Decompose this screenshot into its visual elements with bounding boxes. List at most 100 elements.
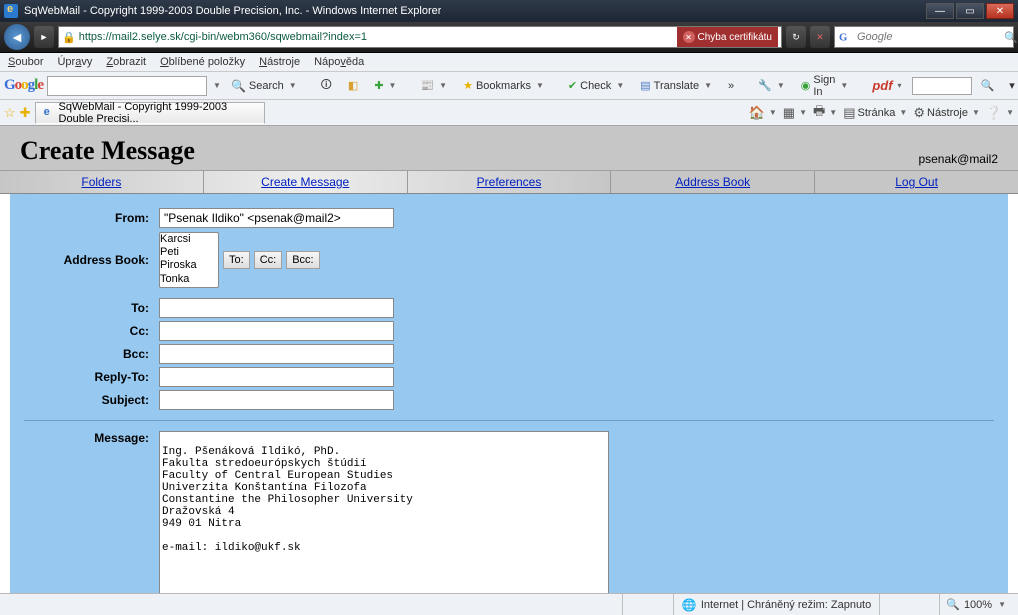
window-title: SqWebMail - Copyright 1999-2003 Double P… [24,5,441,17]
menu-edit[interactable]: Úpravy [57,56,92,68]
signin-button[interactable]: ◉Sign In▼ [795,75,855,97]
webmail-nav: Folders Create Message Preferences Addre… [0,171,1018,194]
cc-label: Cc: [24,324,159,338]
google-search-button[interactable]: 🔍Search▼ [225,75,303,97]
wrench-icon[interactable]: 🔧▼ [752,75,791,97]
window-titlebar: SqWebMail - Copyright 1999-2003 Double P… [0,0,1018,22]
status-bar: 🌐 Internet | Chráněný režim: Zapnuto 🔍 1… [0,593,1018,615]
home-icon: 🏠 [749,105,765,121]
star-icon: ★ [463,79,473,92]
print-button[interactable]: 🖶▼ [813,102,837,124]
stop-button[interactable]: ✕ [810,26,830,48]
lock-icon: 🔒 [62,31,76,44]
replyto-label: Reply-To: [24,370,159,384]
forward-button[interactable]: ► [34,26,54,48]
browser-tab[interactable]: e SqWebMail - Copyright 1999-2003 Double… [35,102,265,124]
page-icon: ▤ [843,105,855,121]
feed-icon: ▦ [783,105,795,121]
plus-icon[interactable]: ✚▼ [368,75,402,97]
bookmarks-button[interactable]: ★Bookmarks▼ [457,75,550,97]
page-menu[interactable]: ▤Stránka▼ [843,105,907,121]
gear-icon: ⚙ [913,105,925,121]
help-button[interactable]: ❔▼ [986,105,1014,121]
google-toolbar: Google ▼ 🔍Search▼ 🛈 ◧ ✚▼ 📰▼ ★Bookmarks▼ … [0,72,1018,100]
nav-create-message[interactable]: Create Message [204,171,407,193]
page-icon: e [44,106,55,120]
info-icon[interactable]: 🛈 [315,75,338,97]
news-icon[interactable]: 📰▼ [414,75,453,97]
zoom-control[interactable]: 🔍 100% ▼ [939,594,1012,615]
search-icon: 🔍 [231,79,246,93]
message-body[interactable] [159,431,609,596]
maximize-button[interactable]: ▭ [956,3,984,19]
check-icon: ✔ [568,79,577,92]
zoom-icon: 🔍 [946,598,960,611]
message-label: Message: [24,431,159,445]
refresh-button[interactable]: ↻ [786,26,806,48]
addr-cc-button[interactable]: Cc: [254,251,283,269]
from-field[interactable] [159,208,394,228]
radio-icon: ◉ [801,79,811,92]
menu-tools[interactable]: Nástroje [259,56,300,68]
feeds-button[interactable]: ▦▼ [783,105,807,121]
current-user: psenak@mail2 [918,152,998,166]
favorites-star-icon[interactable]: ☆ [4,105,16,121]
addressbook-select[interactable]: KarcsiPetiPiroskaTonka [159,232,219,288]
addressbook-label: Address Book: [24,253,159,267]
add-favorite-icon[interactable]: ✚ [20,105,31,121]
back-button[interactable]: ◄ [4,24,30,50]
more-button[interactable]: » [722,75,740,97]
page-header: Create Message psenak@mail2 [0,126,1018,171]
nav-logout[interactable]: Log Out [815,171,1018,193]
security-zone[interactable]: 🌐 Internet | Chráněný režim: Zapnuto [673,594,879,615]
certificate-error-badge[interactable]: ✕ Chyba certifikátu [677,27,778,47]
menu-favorites[interactable]: Oblíbené položky [160,56,245,68]
ie-icon [4,4,18,18]
home-button[interactable]: 🏠▼ [749,105,777,121]
check-button[interactable]: ✔Check▼ [562,75,630,97]
bcc-label: Bcc: [24,347,159,361]
right-dropdown[interactable]: ▾ [1003,75,1018,97]
addr-to-button[interactable]: To: [223,251,250,269]
translate-icon: ▤ [640,79,650,92]
pdf-label[interactable]: pdf▾ [866,75,907,97]
nav-folders[interactable]: Folders [0,171,203,193]
dropdown-icon[interactable]: ▼ [213,81,221,90]
cc-field[interactable] [159,321,394,341]
nav-address-book[interactable]: Address Book [611,171,814,193]
tab-title: SqWebMail - Copyright 1999-2003 Double P… [59,101,256,125]
url-input[interactable] [79,31,678,43]
print-icon: 🖶 [813,102,825,124]
share-icon[interactable]: ◧ [342,75,364,97]
close-button[interactable]: ✕ [986,3,1014,19]
bcc-field[interactable] [159,344,394,364]
cert-error-label: Chyba certifikátu [698,32,772,43]
replyto-field[interactable] [159,367,394,387]
cert-error-icon: ✕ [683,31,695,43]
right-search-icon[interactable]: 🔍 [975,75,1001,97]
to-field[interactable] [159,298,394,318]
compose-panel: From: Address Book: KarcsiPetiPiroskaTon… [10,194,1008,599]
right-search-input[interactable] [912,77,972,95]
google-icon: G [837,29,853,45]
search-icon[interactable]: 🔍 [1000,31,1018,44]
addr-bcc-button[interactable]: Bcc: [286,251,319,269]
browser-menubar: Soubor Úpravy Zobrazit Oblíbené položky … [0,53,1018,72]
zone-label: Internet | Chráněný režim: Zapnuto [701,599,871,611]
minimize-button[interactable]: — [926,3,954,19]
subject-field[interactable] [159,390,394,410]
browser-search-input[interactable] [853,31,1000,43]
nav-preferences[interactable]: Preferences [408,171,611,193]
menu-view[interactable]: Zobrazit [106,56,146,68]
divider [24,420,994,421]
browser-search-box[interactable]: G 🔍 [834,26,1014,48]
page-viewport: Create Message psenak@mail2 Folders Crea… [0,126,1018,599]
google-search-input[interactable] [47,76,207,96]
tools-menu[interactable]: ⚙Nástroje▼ [913,105,980,121]
google-logo[interactable]: Google [4,77,43,94]
command-bar: 🏠▼ ▦▼ 🖶▼ ▤Stránka▼ ⚙Nástroje▼ ❔▼ [749,102,1014,124]
menu-help[interactable]: Nápověda [314,56,364,68]
menu-file[interactable]: Soubor [8,56,43,68]
translate-button[interactable]: ▤Translate▼ [634,75,718,97]
address-bar[interactable]: 🔒 ✕ Chyba certifikátu [58,26,782,48]
